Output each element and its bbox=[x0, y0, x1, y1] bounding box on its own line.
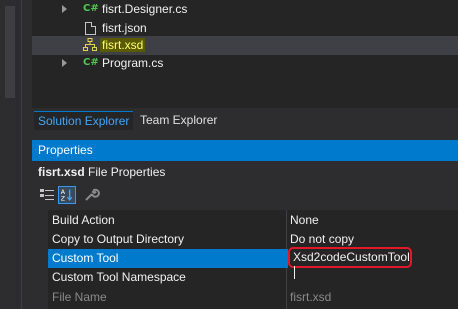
property-row-custom-tool[interactable]: Custom Tool Xsd2codeCustomTool bbox=[32, 247, 458, 280]
subject-type: File Properties bbox=[88, 165, 166, 179]
custom-tool-value: Xsd2codeCustomTool bbox=[293, 250, 410, 264]
expand-arrow-icon[interactable] bbox=[62, 59, 67, 67]
csharp-file-icon: C# bbox=[83, 57, 99, 68]
property-value: fisrt.xsd bbox=[290, 290, 332, 304]
categorized-view-icon[interactable] bbox=[38, 186, 56, 204]
properties-toolbar: A Z bbox=[32, 183, 458, 207]
tree-item-label: fisrt.Designer.cs bbox=[102, 2, 188, 16]
property-name: Copy to Output Directory bbox=[52, 232, 185, 246]
property-row-custom-tool-namespace[interactable]: Custom Tool Namespace bbox=[32, 268, 458, 287]
solution-explorer-tree: C# fisrt.Designer.cs fisrt.json fisrt.xs… bbox=[32, 0, 458, 108]
scrollbar-thumb[interactable] bbox=[5, 6, 15, 98]
tab-solution-explorer[interactable]: Solution Explorer bbox=[34, 111, 134, 130]
tree-item-label: Program.cs bbox=[102, 56, 164, 70]
xsd-schema-icon bbox=[83, 38, 97, 51]
panel-divider bbox=[21, 0, 22, 309]
left-scroll-strip bbox=[0, 0, 22, 309]
property-name: Custom Tool Namespace bbox=[52, 270, 186, 284]
properties-title: Properties bbox=[32, 140, 458, 161]
subject-name: fisrt.xsd bbox=[38, 165, 85, 179]
property-name: Build Action bbox=[52, 213, 115, 227]
tool-window-tabs: Solution Explorer Team Explorer bbox=[32, 108, 458, 132]
property-row-build-action[interactable]: Build Action None bbox=[32, 211, 458, 230]
property-row-file-name[interactable]: File Name fisrt.xsd bbox=[32, 288, 458, 307]
property-value[interactable]: None bbox=[290, 211, 458, 230]
tree-item-program[interactable]: C# Program.cs bbox=[32, 54, 458, 73]
tree-item-label: fisrt.json bbox=[102, 21, 147, 35]
custom-tool-edit-field[interactable]: Xsd2codeCustomTool bbox=[288, 247, 412, 280]
tree-item-label: fisrt.xsd bbox=[100, 38, 146, 52]
tree-item-xsd[interactable]: fisrt.xsd bbox=[32, 36, 458, 55]
tab-team-explorer[interactable]: Team Explorer bbox=[136, 111, 221, 129]
property-pages-wrench-icon[interactable] bbox=[82, 186, 100, 204]
properties-grid: Build Action None Copy to Output Directo… bbox=[32, 210, 458, 309]
property-value[interactable] bbox=[290, 268, 458, 287]
property-name: File Name bbox=[52, 290, 107, 304]
tree-item-designer[interactable]: C# fisrt.Designer.cs bbox=[32, 0, 458, 19]
svg-text:Z: Z bbox=[61, 195, 65, 202]
property-name: Custom Tool bbox=[48, 249, 288, 268]
json-file-icon bbox=[85, 22, 96, 35]
properties-subject: fisrt.xsd File Properties bbox=[32, 161, 458, 183]
alphabetical-sort-icon[interactable]: A Z bbox=[58, 186, 76, 204]
expand-arrow-icon[interactable] bbox=[62, 5, 67, 13]
csharp-file-icon: C# bbox=[83, 3, 99, 14]
